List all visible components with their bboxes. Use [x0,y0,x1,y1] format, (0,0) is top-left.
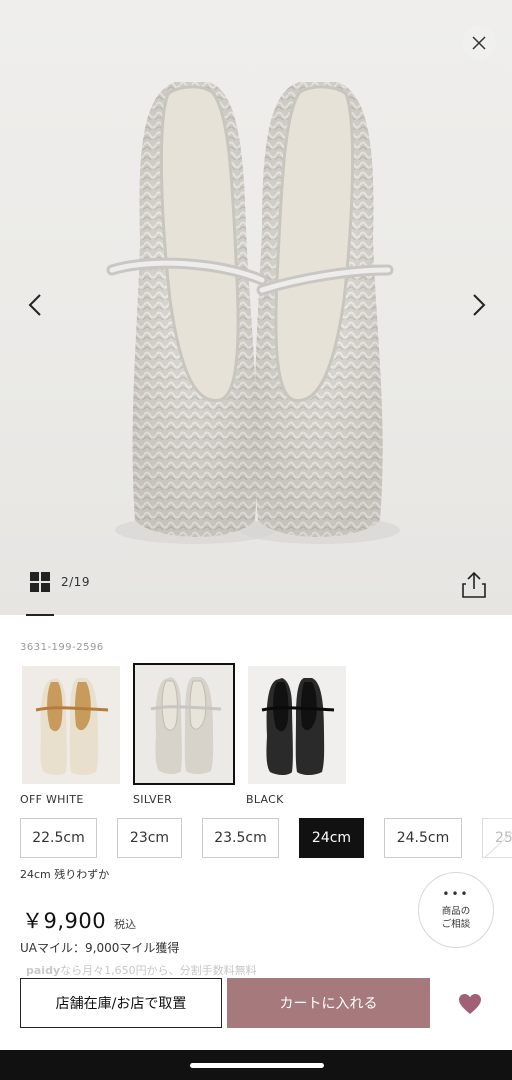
favorite-button[interactable] [452,988,488,1020]
store-stock-button[interactable]: 店舗在庫/お店で取置 [20,978,222,1028]
color-swatch-off-white[interactable] [20,664,122,786]
close-button[interactable] [462,26,496,60]
mileage-info: UAマイル：9,000マイル獲得 [20,941,180,955]
consult-button[interactable]: ••• 商品の ご相談 [418,872,494,948]
image-counter: 2/19 [61,575,90,589]
stock-note: 24cm 残りわずか [20,868,110,881]
price-row: ￥9,900 税込 [22,905,136,935]
size-option[interactable]: 23cm [117,818,182,858]
tax-label: 税込 [114,918,137,931]
swatch-thumbnail [248,666,346,784]
product-photo [106,82,400,544]
swatch-thumbnail [22,666,120,784]
tab-indicator [26,614,54,616]
consult-label: 商品の ご相談 [441,906,471,930]
swatch-thumbnail [135,665,233,783]
add-to-cart-button[interactable]: カートに入れる [227,978,430,1028]
more-dots-icon: ••• [442,887,470,901]
unavailable-slash [484,831,512,857]
paidy-info[interactable]: paidyなら月々1,650円から、分割手数料無料 [26,962,257,978]
home-indicator[interactable] [190,1063,324,1068]
product-image-gallery[interactable]: 2/19 [0,0,512,615]
paidy-brand: paidy [26,964,61,977]
heart-icon [459,994,481,1014]
paidy-text: なら月々1,650円から、分割手数料無料 [60,964,257,977]
chevron-left-icon [28,294,41,316]
share-button[interactable] [460,570,488,600]
color-swatch-black[interactable] [246,664,348,786]
product-sku: 3631-199-2596 [20,642,104,653]
system-home-bar [0,1050,512,1080]
price: ￥9,900 [22,909,107,933]
share-icon [462,571,486,598]
color-label-black: BLACK [246,793,284,806]
previous-image-button[interactable] [20,290,50,320]
next-image-button[interactable] [464,290,494,320]
close-icon [472,36,486,50]
chevron-right-icon [473,294,486,316]
grid-icon[interactable] [30,572,50,592]
color-label-silver: SILVER [133,793,173,806]
size-option-selected[interactable]: 24cm [299,818,364,858]
size-option[interactable]: 23.5cm [202,818,279,858]
color-swatch-silver[interactable] [133,663,235,785]
size-option-unavailable[interactable]: 25 [482,818,512,858]
size-option[interactable]: 22.5cm [20,818,97,858]
image-counter-area: 2/19 [30,572,90,592]
color-label-off-white: OFF WHITE [20,793,84,806]
size-option[interactable]: 24.5cm [384,818,462,858]
